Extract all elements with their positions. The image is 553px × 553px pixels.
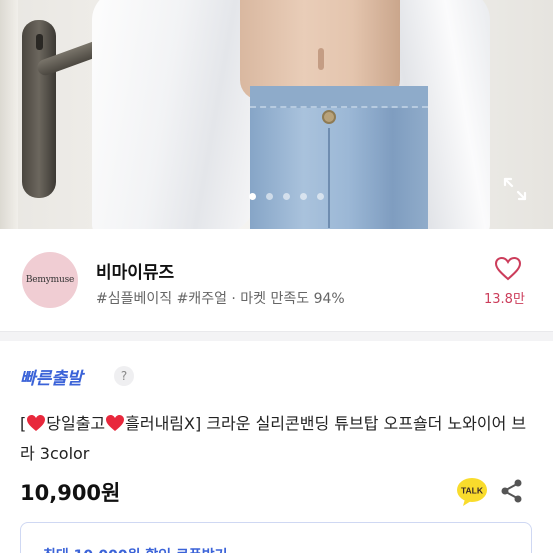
section-divider: [0, 331, 553, 341]
expand-icon[interactable]: [502, 176, 528, 202]
fast-shipping-label: 빠른출발: [20, 369, 83, 389]
product-price: 10,900원: [20, 481, 121, 505]
carousel-dot[interactable]: [249, 193, 256, 200]
jeans-waistband: [250, 86, 428, 108]
carousel-dot[interactable]: [266, 193, 273, 200]
jeans-button: [322, 110, 336, 124]
coupon-banner[interactable]: 최대 10,000원 할인 쿠폰받기: [20, 522, 532, 553]
talk-chat-icon[interactable]: TALK: [456, 477, 488, 507]
help-icon[interactable]: ?: [114, 366, 134, 386]
red-heart-icon: [105, 413, 125, 440]
red-heart-icon: [26, 413, 46, 440]
coupon-text: 최대 10,000원 할인 쿠폰받기: [43, 545, 228, 553]
seller-avatar-text: Bemymuse: [25, 275, 75, 285]
share-icon[interactable]: [500, 478, 524, 504]
carousel-dots: [0, 193, 553, 203]
seller-name[interactable]: 비마이뮤즈: [96, 258, 174, 283]
seller-tags: #심플베이직 #캐주얼 · 마켓 만족도 94%: [96, 291, 345, 307]
product-title: [당일출고 흘러내림X] 크라운 실리콘밴딩 튜브탑 오프숄더 노와이어 브라 3…: [20, 410, 540, 467]
carousel-dot[interactable]: [317, 193, 324, 200]
carousel-dot[interactable]: [283, 193, 290, 200]
title-tag-same-day: 당일출고: [46, 414, 106, 433]
talk-label: TALK: [461, 486, 484, 496]
carousel-dot[interactable]: [300, 193, 307, 200]
title-tag-no-slip: 흘러내림X]: [125, 414, 202, 433]
like-count: 13.8만: [484, 292, 525, 307]
product-photo[interactable]: [0, 0, 553, 229]
door-keyhole: [36, 34, 43, 50]
jeans-fly: [328, 128, 330, 228]
model-navel: [318, 48, 324, 70]
seller-avatar[interactable]: Bemymuse: [22, 252, 78, 308]
heart-outline-icon[interactable]: [494, 256, 522, 282]
